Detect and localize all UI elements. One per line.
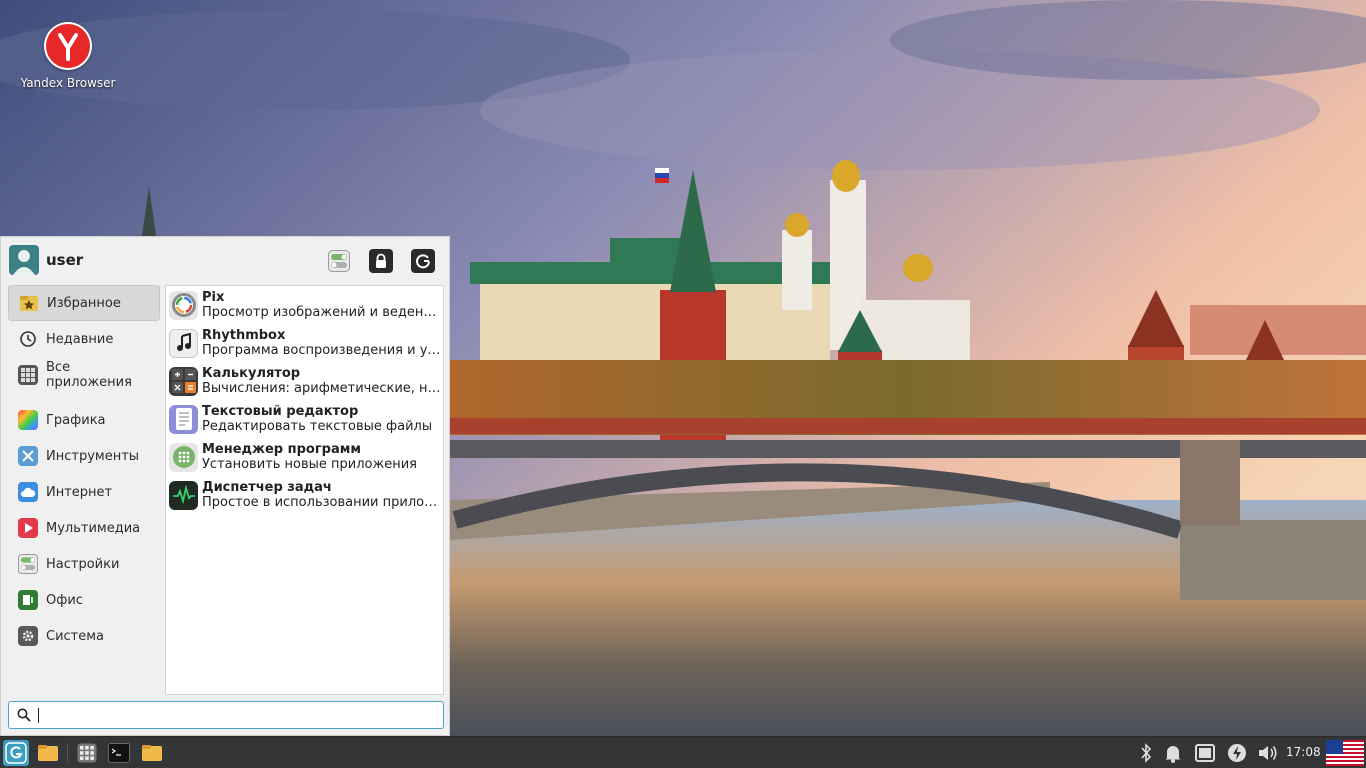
app-item-rhythmbox[interactable]: Rhythmbox Программа воспроизведения и уп…: [166, 324, 443, 362]
yandex-browser-icon: [44, 22, 92, 70]
category-system[interactable]: Система: [8, 618, 160, 654]
username: user: [46, 251, 84, 269]
menu-search-box[interactable]: [8, 701, 444, 729]
lock-icon: [376, 253, 386, 268]
category-label: Офис: [46, 592, 83, 608]
category-recent[interactable]: Недавние: [8, 321, 160, 357]
notifications-button[interactable]: [1160, 740, 1186, 766]
clock-icon: [18, 329, 38, 349]
app-item-pix[interactable]: Pix Просмотр изображений и ведение …: [166, 286, 443, 324]
category-label: Избранное: [47, 295, 121, 311]
graphics-icon: [18, 410, 38, 430]
task-manager-icon: [169, 480, 198, 510]
category-all-apps[interactable]: Все приложения: [8, 357, 160, 393]
category-label: Недавние: [46, 331, 114, 347]
star-folder-icon: [19, 293, 39, 313]
app-list: Pix Просмотр изображений и ведение … Rhy…: [165, 285, 444, 695]
volume-icon: [1259, 746, 1277, 760]
category-settings[interactable]: Настройки: [8, 546, 160, 582]
app-description: Программа воспроизведения и уп…: [202, 342, 442, 358]
taskbar-separator: [67, 743, 68, 763]
app-title: Диспетчер задач: [202, 479, 332, 495]
category-internet[interactable]: Интернет: [8, 474, 160, 510]
app-title: Текстовый редактор: [202, 403, 359, 419]
show-desktop-button[interactable]: [35, 740, 61, 766]
notifications-bell-icon: [1165, 746, 1181, 763]
app-item-task-manager[interactable]: Диспетчер задач Простое в использовании …: [166, 476, 443, 514]
category-multimedia[interactable]: Мультимедиа: [8, 510, 160, 546]
app-description: Простое в использовании приложе…: [202, 494, 442, 510]
app-description: Просмотр изображений и ведение …: [202, 304, 442, 320]
category-label: Все приложения: [46, 360, 132, 390]
app-title: Менеджер программ: [202, 441, 361, 457]
logout-icon: [416, 254, 430, 269]
window-list-button[interactable]: [1192, 740, 1218, 766]
taskbar: 17:08: [0, 736, 1366, 768]
app-item-text-editor[interactable]: Текстовый редактор Редактировать текстов…: [166, 400, 443, 438]
terminal-button[interactable]: [106, 740, 132, 766]
category-label: Система: [46, 628, 105, 644]
category-label: Настройки: [46, 556, 120, 572]
menu-header: user: [1, 237, 451, 283]
desktop-icon-yandex-browser[interactable]: Yandex Browser: [18, 22, 118, 90]
logout-button[interactable]: [411, 249, 435, 273]
app-title: Pix: [202, 289, 225, 305]
file-manager-icon: [142, 745, 162, 761]
taskbar-clock[interactable]: 17:08: [1286, 745, 1321, 759]
lock-screen-button[interactable]: [369, 249, 393, 273]
us-flag-icon: [1326, 740, 1364, 766]
play-icon: [18, 518, 38, 538]
power-icon: [1228, 744, 1246, 762]
power-button[interactable]: [1224, 740, 1250, 766]
app-description: Установить новые приложения: [202, 456, 417, 472]
gear-icon: [18, 626, 38, 646]
category-graphics[interactable]: Графика: [8, 402, 160, 438]
search-icon: [17, 708, 31, 722]
app-grid-icon: [77, 743, 97, 763]
pix-icon: [169, 290, 198, 320]
cloud-icon: [18, 482, 38, 502]
settings-toggle-button[interactable]: [327, 249, 351, 273]
tools-icon: [18, 446, 38, 466]
application-menu: user Избранное Недавние Все приложения Г…: [0, 236, 450, 736]
show-desktop-icon: [38, 745, 58, 761]
app-description: Вычисления: арифметические, нау…: [202, 380, 442, 396]
window-list-icon: [1195, 744, 1215, 762]
category-separator: [8, 393, 160, 402]
app-item-software-manager[interactable]: Менеджер программ Установить новые прило…: [166, 438, 443, 476]
search-input[interactable]: [37, 705, 437, 725]
office-icon: [18, 590, 38, 610]
category-label: Графика: [46, 412, 106, 428]
calculator-icon: [169, 366, 198, 396]
keyboard-layout-button[interactable]: [1326, 740, 1364, 766]
category-list: Избранное Недавние Все приложения График…: [8, 285, 160, 654]
menu-start-icon: [5, 742, 27, 764]
volume-button[interactable]: [1255, 740, 1281, 766]
category-office[interactable]: Офис: [8, 582, 160, 618]
text-caret: [38, 708, 39, 723]
menu-start-button[interactable]: [3, 740, 29, 766]
bluetooth-button[interactable]: [1133, 740, 1159, 766]
settings-toggle-icon: [328, 250, 350, 272]
software-manager-icon: [169, 442, 198, 472]
desktop-icon-label: Yandex Browser: [20, 76, 116, 90]
app-description: Редактировать текстовые файлы: [202, 418, 433, 434]
category-favorites[interactable]: Избранное: [8, 285, 160, 321]
category-label: Инструменты: [46, 448, 140, 464]
category-label: Интернет: [46, 484, 113, 500]
terminal-icon: [108, 743, 130, 763]
grid-apps-icon: [18, 365, 38, 385]
file-manager-button[interactable]: [139, 740, 165, 766]
music-note-icon: [169, 328, 198, 358]
app-title: Rhythmbox: [202, 327, 286, 343]
app-title: Калькулятор: [202, 365, 301, 381]
user-avatar-icon[interactable]: [9, 245, 39, 275]
category-tools[interactable]: Инструменты: [8, 438, 160, 474]
category-label: Мультимедиа: [46, 520, 141, 536]
bluetooth-icon: [1141, 743, 1152, 763]
app-item-calculator[interactable]: Калькулятор Вычисления: арифметические, …: [166, 362, 443, 400]
text-editor-icon: [169, 404, 198, 434]
settings-toggle-icon: [18, 554, 38, 574]
app-grid-button[interactable]: [74, 740, 100, 766]
